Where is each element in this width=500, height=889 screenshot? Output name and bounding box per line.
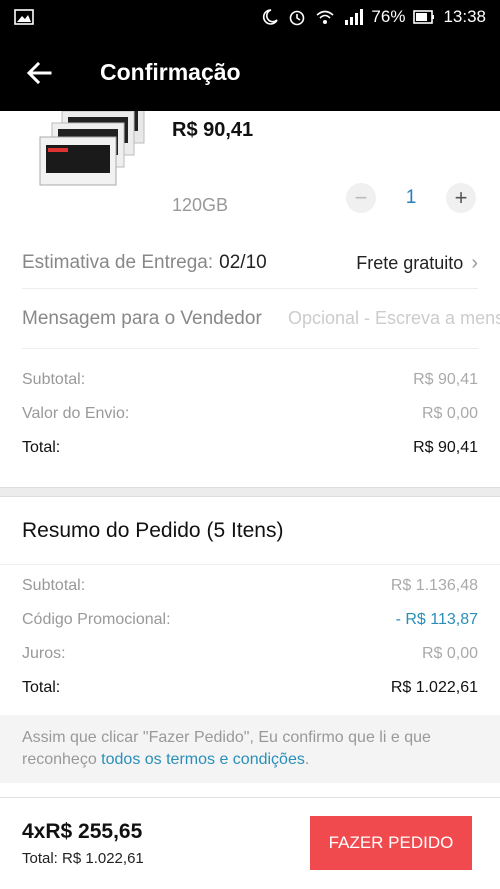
summary-line: Subtotal: R$ 90,41 (22, 363, 478, 397)
alarm-icon (290, 10, 305, 26)
terms-link[interactable]: todos os termos e condições (101, 751, 305, 768)
summary-value: R$ 0,00 (421, 645, 478, 662)
signal-icon (345, 9, 364, 25)
summary-label: Subtotal: (22, 577, 86, 594)
back-arrow-icon (26, 61, 52, 84)
quantity-stepper: − 1 + (346, 183, 476, 213)
summary-label: Subtotal: (22, 371, 86, 388)
wifi-icon (316, 10, 334, 24)
gallery-icon (14, 9, 34, 25)
product-variant: 120GB (172, 195, 229, 215)
page-title: Confirmação (100, 59, 241, 85)
checkout-footer: 4xR$ 255,65 Total: R$ 1.022,61 FAZER PED… (0, 797, 500, 889)
chevron-right-icon: › (471, 252, 478, 274)
order-summary-title: Resumo do Pedido (5 Itens) (0, 497, 500, 565)
product-card: R$ 90,41 120GB − 1 + (0, 111, 500, 238)
summary-value: R$ 0,00 (421, 405, 478, 422)
shipping-option[interactable]: Frete gratuito › (356, 238, 478, 289)
product-price: R$ 90,41 (172, 119, 254, 141)
summary-label: Valor do Envio: (22, 405, 130, 422)
terms-notice: Assim que clicar "Fazer Pedido", Eu conf… (0, 715, 500, 783)
product-thumbnail[interactable] (38, 111, 148, 197)
back-button[interactable] (0, 34, 78, 111)
decrease-quantity-button[interactable]: − (346, 183, 376, 213)
summary-line: Subtotal: R$ 1.136,48 (22, 569, 478, 603)
delivery-date: 02/10 (219, 252, 267, 273)
summary-line-total: Total: R$ 1.022,61 (22, 671, 478, 705)
app-bar: Confirmação (0, 34, 500, 111)
summary-line: Valor do Envio: R$ 0,00 (22, 397, 478, 431)
battery-icon (413, 10, 435, 24)
message-label: Mensagem para o Vendedor (22, 307, 262, 329)
delivery-row: Estimativa de Entrega: 02/10 Frete gratu… (22, 238, 478, 289)
section-divider (0, 487, 500, 497)
summary-label: Juros: (22, 645, 66, 662)
increase-quantity-button[interactable]: + (446, 183, 476, 213)
summary-label: Código Promocional: (22, 611, 171, 628)
shipping-label: Frete gratuito (356, 253, 464, 273)
summary-line-total: Total: R$ 90,41 (22, 431, 478, 465)
seller-message-input[interactable] (288, 303, 500, 333)
summary-label: Total: (22, 679, 61, 696)
summary-value: R$ 90,41 (413, 371, 478, 388)
summary-label: Total: (22, 439, 61, 456)
summary-line: Juros: R$ 0,00 (22, 637, 478, 671)
summary-value: R$ 1.022,61 (390, 679, 478, 696)
clock: 13:38 (443, 7, 486, 26)
place-order-button[interactable]: FAZER PEDIDO (310, 816, 472, 870)
summary-value: R$ 90,41 (413, 439, 478, 456)
content: R$ 90,41 120GB − 1 + Estimativa de Entre… (0, 111, 500, 797)
installment-amount: 4xR$ 255,65 (22, 820, 143, 843)
terms-text-end: . (304, 751, 310, 768)
order-summary: Subtotal: R$ 1.136,48 Código Promocional… (0, 565, 500, 715)
quantity-value: 1 (405, 187, 417, 208)
moon-icon (263, 9, 279, 25)
item-summary: Subtotal: R$ 90,41 Valor do Envio: R$ 0,… (0, 349, 500, 465)
summary-value: R$ 1.136,48 (390, 577, 478, 594)
footer-total: Total: R$ 1.022,61 (22, 850, 144, 867)
summary-line: Código Promocional: - R$ 113,87 (22, 603, 478, 637)
promo-discount-value: - R$ 113,87 (395, 611, 478, 628)
battery-percent: 76% (371, 7, 406, 26)
delivery-label: Estimativa de Entrega: (22, 252, 214, 273)
message-row: Mensagem para o Vendedor (22, 289, 500, 349)
status-bar: 76% 13:38 (0, 0, 500, 34)
